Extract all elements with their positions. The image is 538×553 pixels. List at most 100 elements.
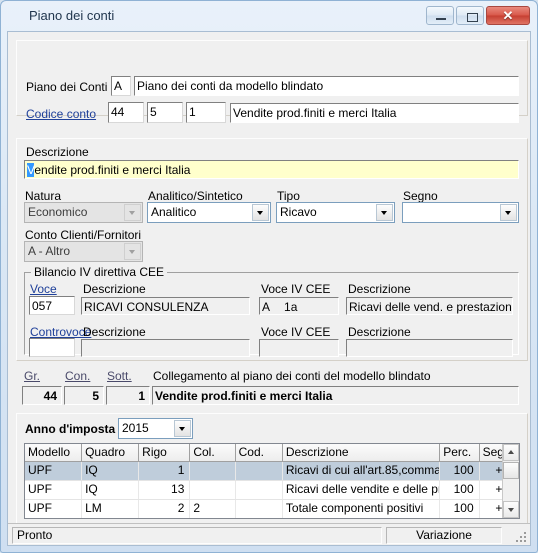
piano-dei-conti-label: Piano dei Conti <box>26 80 108 94</box>
controvoce-input[interactable] <box>29 338 75 357</box>
table-row[interactable]: UPFIQ1 Ricavi di cui all'art.85,comma 1..… <box>25 462 519 481</box>
table-column-header[interactable]: Perc. <box>440 444 480 461</box>
client-area: Piano dei Conti A Piano dei conti da mod… <box>7 31 531 546</box>
analitico-label: Analitico/Sintetico <box>148 189 243 203</box>
descrizione-text: endite prod.finiti e merci Italia <box>34 163 191 177</box>
table-cell-modello: UPF <box>25 462 83 480</box>
analitico-select[interactable]: Analitico <box>147 202 271 223</box>
table-column-header[interactable]: Cod. <box>235 444 283 461</box>
codice-conto-link[interactable]: Codice conto <box>26 107 96 121</box>
gr-label[interactable]: Gr. <box>24 369 40 383</box>
table-column-header[interactable]: Modello <box>25 444 83 461</box>
codice-con-field[interactable]: 5 <box>147 102 183 123</box>
table-cell-modello: UPF <box>25 500 83 518</box>
anno-imposta-value: 2015 <box>122 421 149 435</box>
table-cell-rigo: 2 <box>139 500 191 518</box>
sott-label[interactable]: Sott. <box>107 369 132 383</box>
chevron-down-icon[interactable] <box>124 204 141 221</box>
con-label[interactable]: Con. <box>65 369 90 383</box>
descrizione-input[interactable]: Vendite prod.finiti e merci Italia <box>24 160 519 179</box>
minimize-icon <box>436 18 446 20</box>
table-cell-rigo: 13 <box>139 481 191 499</box>
tipo-label: Tipo <box>277 189 300 203</box>
conto-clienti-label: Conto Clienti/Fornitori <box>25 228 142 242</box>
scroll-down-icon[interactable] <box>503 501 519 518</box>
natura-select[interactable]: Economico <box>24 202 143 223</box>
status-bar: Pronto Variazione <box>8 523 530 545</box>
controvoce-desc-label: Descrizione <box>83 325 146 339</box>
descrizione-label: Descrizione <box>26 145 89 159</box>
voce-cee-b: 1a <box>284 300 298 314</box>
table-cell-perc: 100 <box>440 481 480 499</box>
codice-gr-field[interactable]: 44 <box>108 102 144 123</box>
scrollbar-thumb[interactable] <box>503 462 519 479</box>
anno-imposta-select[interactable]: 2015 <box>118 418 193 439</box>
table-cell-col <box>190 462 236 480</box>
codice-desc-field: Vendite prod.finiti e merci Italia <box>230 103 519 123</box>
table-cell-perc: 100 <box>440 462 480 480</box>
table-cell-descrizione: Totale componenti positivi <box>283 500 441 518</box>
resize-grip-icon[interactable] <box>514 530 528 544</box>
chevron-down-icon[interactable] <box>376 204 393 221</box>
table-cell-cod <box>236 481 283 499</box>
table-cell-quadro: IQ <box>82 481 140 499</box>
voce-cee-a: A <box>262 300 271 314</box>
table-column-header[interactable]: Rigo <box>139 444 191 461</box>
table-cell-col: 2 <box>190 500 236 518</box>
table-cell-quadro: IQ <box>82 462 140 480</box>
codice-sott-field[interactable]: 1 <box>186 102 226 123</box>
table-column-header[interactable]: Quadro <box>82 444 140 461</box>
window-controls: ✕ <box>426 6 530 25</box>
voce-desc-field: RICAVI CONSULENZA <box>81 297 250 315</box>
restore-icon <box>467 13 478 22</box>
segno-select[interactable] <box>402 202 519 223</box>
chevron-down-icon[interactable] <box>174 420 191 437</box>
voce-cee-label: Voce IV CEE <box>261 282 331 296</box>
minimize-button[interactable] <box>426 6 454 25</box>
table-body: UPFIQ1Ricavi di cui all'art.85,comma 1..… <box>25 462 519 518</box>
status-message: Pronto <box>12 527 382 544</box>
window-title: Piano dei conti <box>29 8 115 23</box>
table-cell-col <box>190 481 236 499</box>
piano-code-field[interactable]: A <box>111 76 131 96</box>
voce-input[interactable]: 057 <box>29 296 75 315</box>
table-cell-cod <box>236 500 283 518</box>
collegamento-desc-field: Vendite prod.finiti e merci Italia <box>152 386 519 405</box>
analitico-value: Analitico <box>151 205 197 219</box>
table-cell-descrizione: Ricavi di cui all'art.85,comma 1... <box>283 462 441 480</box>
table-cell-cod <box>236 462 283 480</box>
table-cell-rigo: 1 <box>139 462 191 480</box>
voce-link[interactable]: Voce <box>30 282 57 296</box>
controvoce-cee-label: Voce IV CEE <box>261 325 331 339</box>
voce-cee-field: A 1a <box>259 297 339 315</box>
table-row[interactable]: UPFIQ13 Ricavi delle vendite e delle pre.… <box>25 481 519 500</box>
scroll-up-icon[interactable] <box>503 444 519 461</box>
controvoce-cee-desc-label: Descrizione <box>348 325 411 339</box>
table-cell-descrizione: Ricavi delle vendite e delle pre... <box>283 481 441 499</box>
conto-clienti-select[interactable]: A - Altro <box>24 241 143 262</box>
window-frame: Piano dei conti ✕ Piano dei Conti A Pian… <box>0 0 538 553</box>
natura-label: Natura <box>25 189 62 203</box>
table-header-row: Modello Quadro Rigo Col. Cod. Descrizione Perc… <box>25 444 519 462</box>
cee-desc-label: Descrizione <box>348 282 411 296</box>
bilancio-caption: Bilancio IV direttiva CEE <box>31 265 168 279</box>
close-icon: ✕ <box>502 8 514 23</box>
close-button[interactable]: ✕ <box>486 6 530 25</box>
table-column-header[interactable]: Descrizione <box>282 444 441 461</box>
chevron-down-icon[interactable] <box>500 204 517 221</box>
chevron-down-icon[interactable] <box>252 204 269 221</box>
controvoce-desc-field <box>81 339 250 357</box>
table-row[interactable]: UPF LM 2 2 Totale componenti positivi 100 + <box>25 500 519 518</box>
tipo-select[interactable]: Ricavo <box>276 202 395 223</box>
table-scrollbar[interactable] <box>502 444 519 518</box>
restore-button[interactable] <box>456 6 484 25</box>
collegamento-gr-field: 44 <box>22 386 62 405</box>
table-cell-perc: 100 <box>440 500 480 518</box>
chevron-down-icon[interactable] <box>124 243 141 260</box>
collegamento-title: Collegamento al piano dei conti del mode… <box>153 369 431 383</box>
detail-table[interactable]: Modello Quadro Rigo Col. Cod. Descrizione Perc… <box>24 443 520 519</box>
controvoce-cee-field <box>259 339 339 357</box>
collegamento-con-field: 5 <box>64 386 104 405</box>
table-column-header[interactable]: Col. <box>190 444 236 461</box>
tipo-value: Ricavo <box>280 205 317 219</box>
